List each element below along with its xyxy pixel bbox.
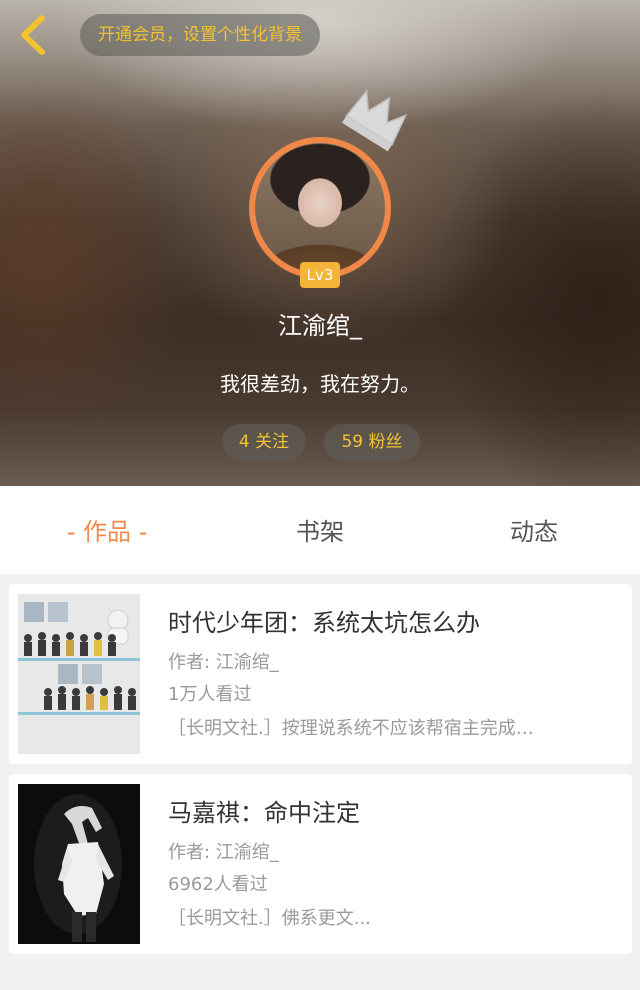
back-button[interactable] xyxy=(14,12,54,58)
works-list: 时代少年团：系统太坑怎么办 作者: 江渝绾_ 1万人看过 ［长明文社.］按理说系… xyxy=(0,574,640,990)
tab-works[interactable]: - 作品 - xyxy=(17,486,197,574)
book-cover xyxy=(18,784,140,944)
username: 江渝绾_ xyxy=(278,312,362,340)
book-title: 时代少年团：系统太坑怎么办 xyxy=(168,609,480,637)
avatar-image xyxy=(255,143,385,273)
fans-count-button[interactable]: 59 粉丝 xyxy=(324,424,420,460)
book-cover xyxy=(18,594,140,754)
chevron-left-icon xyxy=(21,15,45,55)
user-bio: 我很差劲，我在努力。 xyxy=(220,372,420,396)
book-author: 作者: 江渝绾_ xyxy=(168,652,279,673)
list-item[interactable]: 马嘉祺：命中注定 作者: 江渝绾_ 6962人看过 ［长明文社.］佛系更文... xyxy=(9,774,632,954)
following-count-button[interactable]: 4 关注 xyxy=(222,424,306,460)
book-title: 马嘉祺：命中注定 xyxy=(168,799,360,827)
book-views: 1万人看过 xyxy=(168,684,252,705)
profile-header: 开通会员，设置个性化背景 Lv3 江渝绾_ 我很差劲，我在努力。 4 关注 59… xyxy=(0,0,640,486)
tab-bookshelf[interactable]: 书架 xyxy=(230,486,410,574)
tab-activity[interactable]: 动态 xyxy=(444,486,624,574)
book-author: 作者: 江渝绾_ xyxy=(168,842,279,863)
member-background-banner[interactable]: 开通会员，设置个性化背景 xyxy=(80,14,320,56)
profile-tabs: - 作品 - 书架 动态 xyxy=(0,486,640,574)
book-description: ［长明文社.］佛系更文... xyxy=(168,908,371,929)
avatar[interactable] xyxy=(249,137,391,279)
list-item[interactable]: 时代少年团：系统太坑怎么办 作者: 江渝绾_ 1万人看过 ［长明文社.］按理说系… xyxy=(9,584,632,764)
book-description: ［长明文社.］按理说系统不应该帮宿主完成… xyxy=(168,718,534,739)
book-views: 6962人看过 xyxy=(168,874,268,895)
level-badge: Lv3 xyxy=(300,262,340,288)
